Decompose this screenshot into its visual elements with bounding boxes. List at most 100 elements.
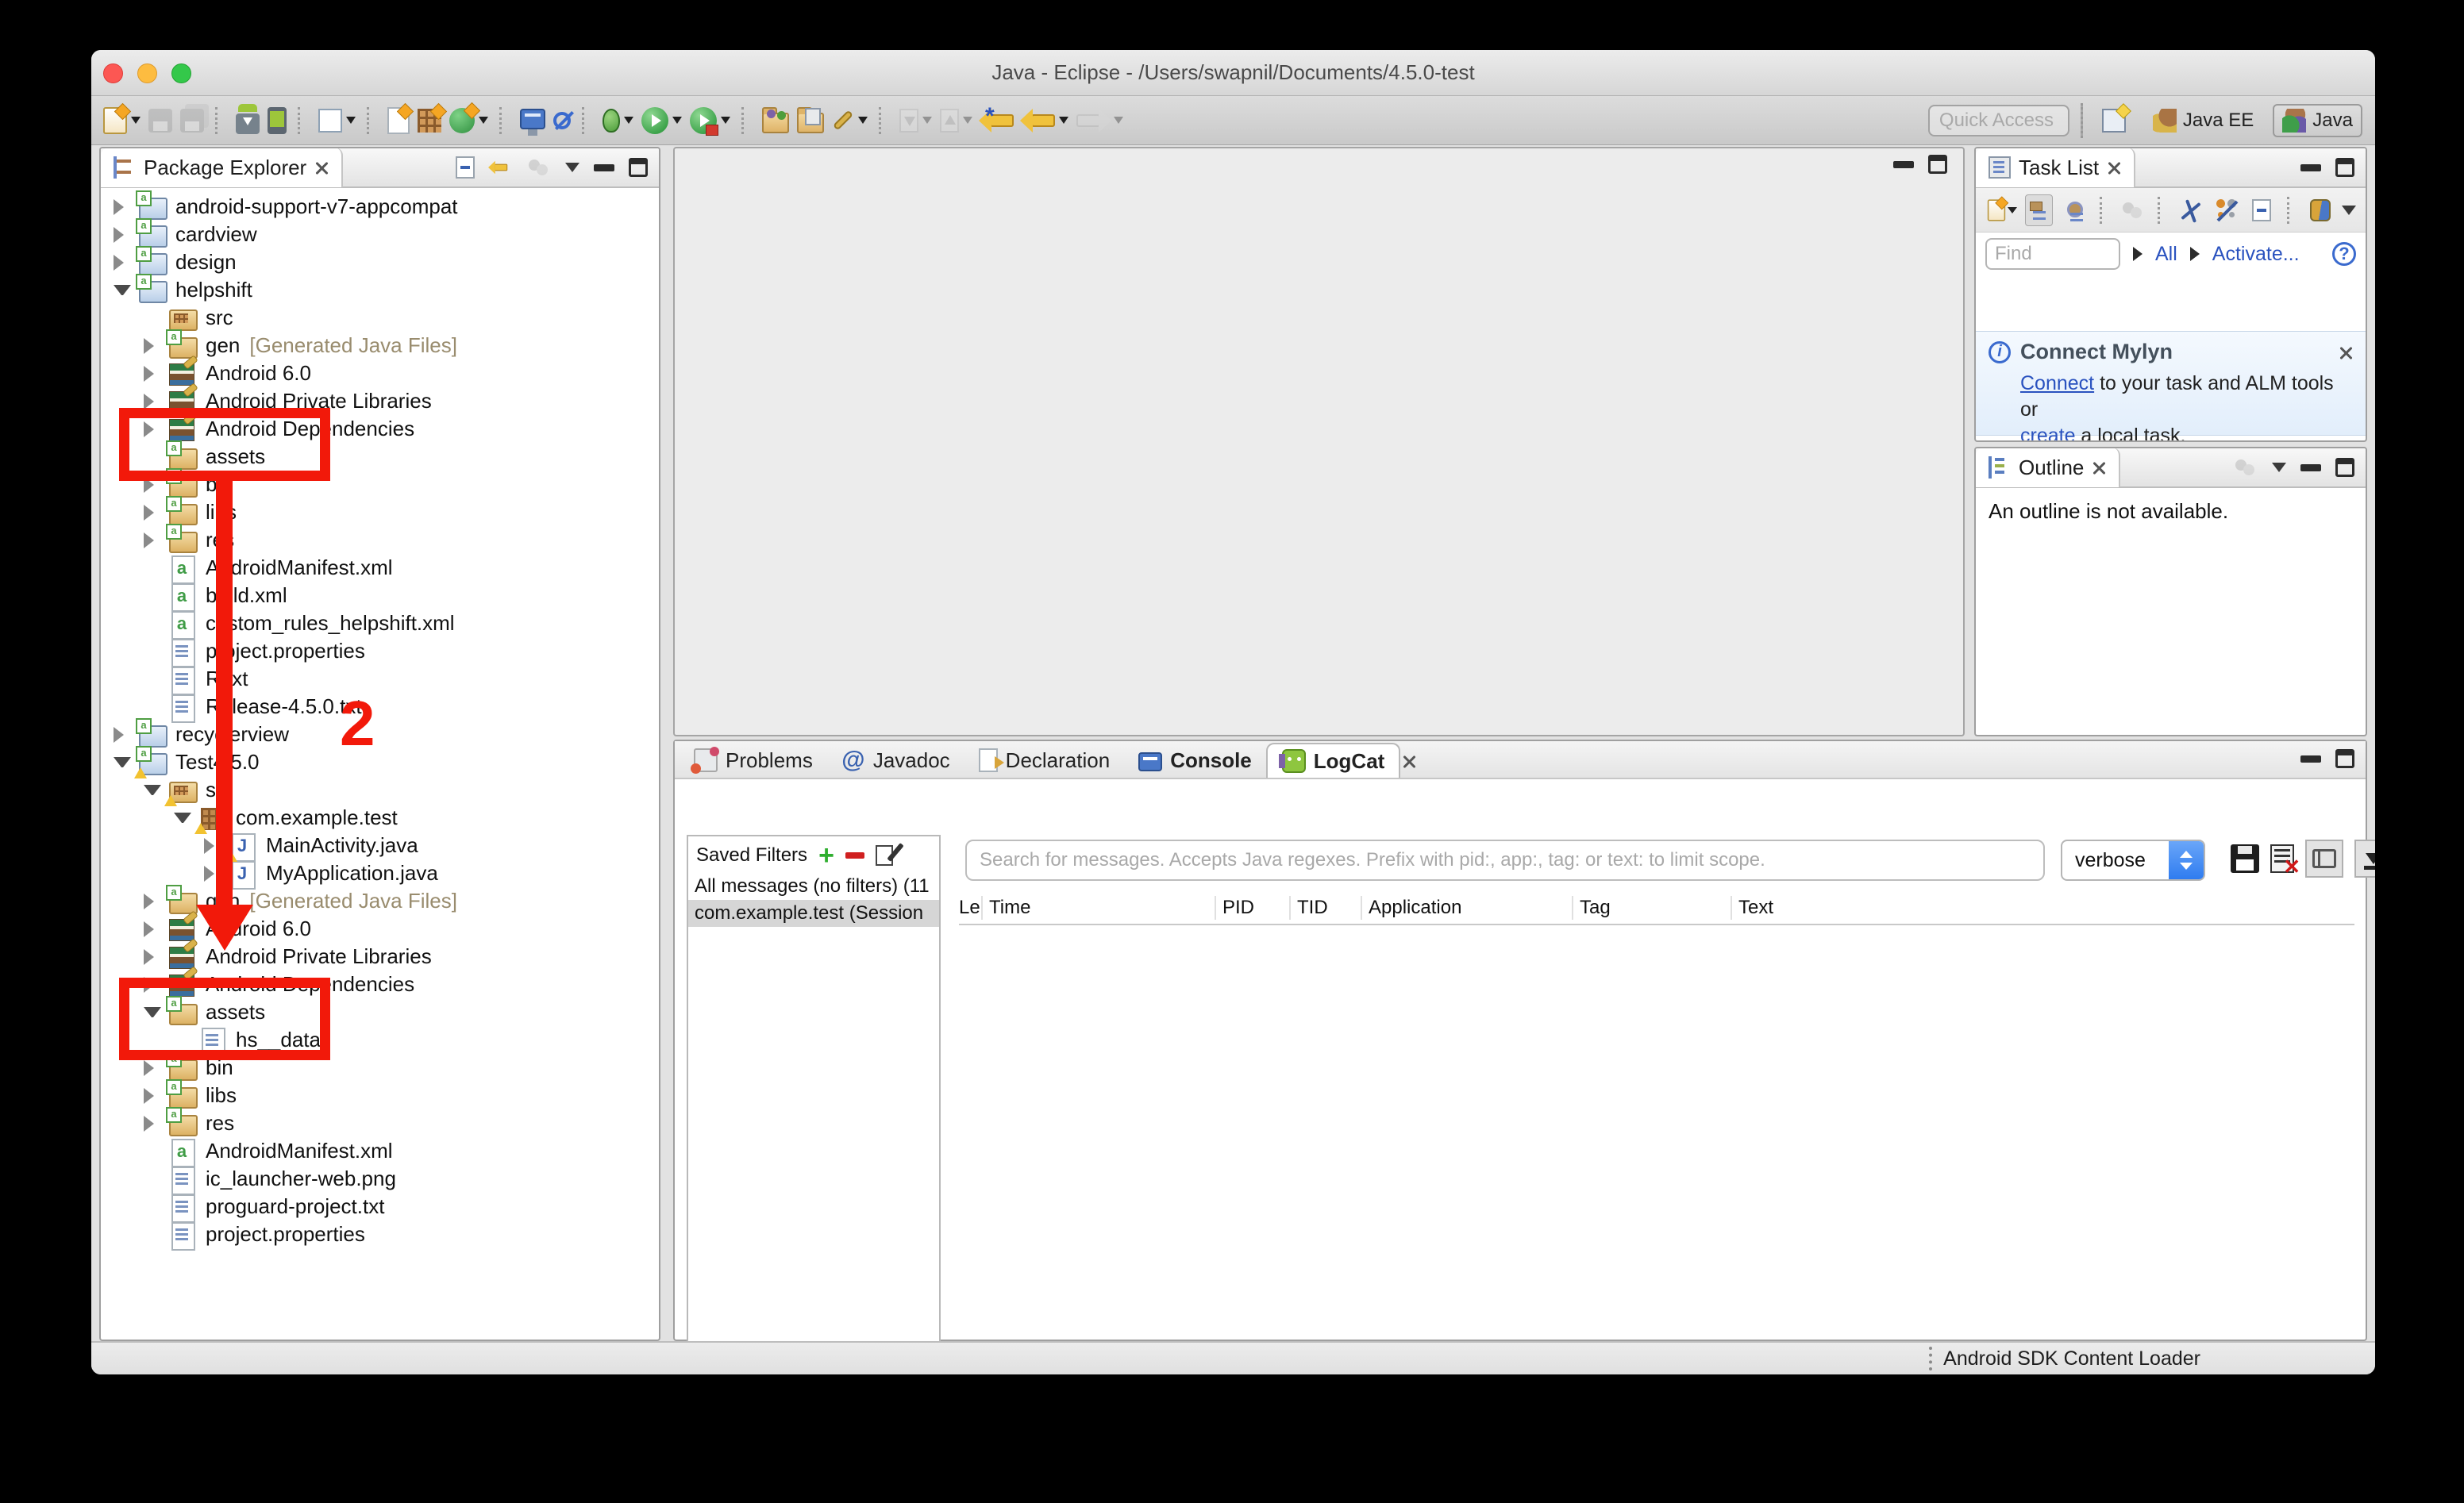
- expander-icon[interactable]: [114, 757, 131, 767]
- view-menu-icon[interactable]: [565, 163, 579, 172]
- help-icon[interactable]: ?: [2332, 242, 2356, 266]
- mark-occurrences-button[interactable]: [828, 102, 872, 140]
- zoom-traffic-light[interactable]: [171, 63, 191, 83]
- back-button[interactable]: [1018, 102, 1072, 140]
- debug-button[interactable]: [599, 102, 637, 140]
- tree-item[interactable]: Test4.5.0: [101, 748, 659, 776]
- close-icon[interactable]: [2339, 345, 2353, 359]
- maximize-icon[interactable]: [2335, 158, 2354, 177]
- tree-item[interactable]: src: [101, 776, 659, 804]
- expander-icon[interactable]: [144, 505, 161, 521]
- expander-icon[interactable]: [144, 894, 161, 909]
- view-tab[interactable]: @ Javadoc: [827, 743, 964, 778]
- column-header[interactable]: Application: [1361, 896, 1572, 920]
- close-icon[interactable]: [2092, 460, 2106, 475]
- tree-item[interactable]: design: [101, 248, 659, 276]
- collapse-all-icon[interactable]: [456, 156, 475, 179]
- minimize-icon[interactable]: [2300, 464, 2321, 471]
- synchronize-button[interactable]: [2306, 194, 2334, 226]
- dropdown-arrow-icon[interactable]: [479, 117, 488, 124]
- view-tab[interactable]: Problems: [680, 743, 827, 778]
- save-button[interactable]: [144, 102, 176, 140]
- link-with-editor-icon[interactable]: [495, 164, 508, 171]
- view-menu-icon[interactable]: [2342, 206, 2356, 215]
- tree-item[interactable]: R.txt: [101, 665, 659, 693]
- expander-icon[interactable]: [144, 366, 161, 382]
- tree-item[interactable]: MyApplication.java: [101, 859, 659, 887]
- tree-item[interactable]: AndroidManifest.xml: [101, 1137, 659, 1165]
- logcat-search-input[interactable]: [965, 840, 2045, 881]
- run-external-tools-button[interactable]: [686, 102, 734, 140]
- toolbar-separator[interactable]: [360, 102, 383, 140]
- activate-link[interactable]: Activate...: [2212, 243, 2300, 266]
- expand-icon[interactable]: [2133, 247, 2143, 261]
- expander-icon[interactable]: [144, 921, 161, 937]
- close-traffic-light[interactable]: [103, 63, 123, 83]
- tree-item[interactable]: project.properties: [101, 637, 659, 665]
- filter-item[interactable]: com.example.test (Session: [688, 900, 939, 927]
- tree-item[interactable]: build.xml: [101, 582, 659, 609]
- forward-button[interactable]: [1072, 102, 1127, 140]
- toolbar-separator[interactable]: [492, 102, 516, 140]
- categorized-view-button[interactable]: [2025, 194, 2053, 226]
- dropdown-arrow-icon[interactable]: [624, 117, 633, 124]
- tree-item[interactable]: cardview: [101, 221, 659, 248]
- close-icon[interactable]: [314, 160, 329, 175]
- dropdown-arrow-icon[interactable]: [131, 117, 141, 124]
- tree-item[interactable]: libs: [101, 1082, 659, 1109]
- expander-icon[interactable]: [144, 394, 161, 409]
- minimize-icon[interactable]: [2300, 164, 2321, 171]
- column-header[interactable]: Time: [981, 896, 1215, 920]
- avd-manager-button[interactable]: [264, 102, 291, 140]
- column-header[interactable]: Le: [959, 896, 981, 920]
- view-tab[interactable]: Console: [1124, 743, 1266, 778]
- expander-icon[interactable]: [174, 813, 191, 823]
- minimize-icon[interactable]: [594, 164, 614, 171]
- dropdown-arrow-icon[interactable]: [922, 117, 932, 124]
- expander-icon[interactable]: [144, 949, 161, 965]
- save-all-button[interactable]: [176, 102, 208, 140]
- edit-filter-icon[interactable]: [876, 845, 893, 866]
- expander-icon[interactable]: [144, 338, 161, 354]
- open-resource-button[interactable]: [793, 102, 828, 140]
- maximize-icon[interactable]: [2335, 749, 2354, 768]
- run-lint-button[interactable]: [314, 102, 360, 140]
- dropdown-arrow-icon[interactable]: [858, 117, 868, 124]
- expander-icon[interactable]: [144, 1060, 161, 1076]
- tree-item[interactable]: ic_launcher-web.png: [101, 1165, 659, 1193]
- last-edit-location-button[interactable]: [976, 102, 1018, 140]
- tree-item[interactable]: AndroidManifest.xml: [101, 554, 659, 582]
- drag-handle[interactable]: [1929, 1347, 1934, 1370]
- tree-item[interactable]: helpshift: [101, 276, 659, 304]
- expander-icon[interactable]: [114, 255, 131, 271]
- tree-item[interactable]: project.properties: [101, 1220, 659, 1248]
- expander-icon[interactable]: [144, 785, 161, 795]
- clear-log-icon[interactable]: [2270, 844, 2294, 873]
- dropdown-arrow-icon[interactable]: [963, 117, 972, 124]
- tree-item[interactable]: gen [Generated Java Files]: [101, 332, 659, 359]
- new-wizard-button[interactable]: [99, 102, 144, 140]
- tree-item[interactable]: src: [101, 304, 659, 332]
- find-input[interactable]: [1985, 238, 2120, 270]
- tree-item[interactable]: custom_rules_helpshift.xml: [101, 609, 659, 637]
- dropdown-arrow-icon[interactable]: [672, 117, 682, 124]
- scheduled-view-button[interactable]: [2061, 194, 2089, 226]
- dropdown-arrow-icon[interactable]: [346, 117, 356, 124]
- tree-item[interactable]: Android 6.0: [101, 915, 659, 943]
- search-button[interactable]: [549, 102, 575, 140]
- view-menu-icon[interactable]: [2272, 463, 2286, 472]
- perspective-java-button[interactable]: Java: [2273, 104, 2362, 137]
- new-class-button[interactable]: [445, 102, 492, 140]
- new-task-button[interactable]: [1985, 194, 2017, 226]
- hide-completed-tasks-button[interactable]: [2177, 194, 2205, 226]
- tree-item[interactable]: recyclerview: [101, 721, 659, 748]
- expander-icon[interactable]: [144, 1116, 161, 1132]
- window-titlebar[interactable]: Java - Eclipse - /Users/swapnil/Document…: [91, 50, 2375, 96]
- android-sdk-manager-button[interactable]: [232, 102, 264, 140]
- minimize-icon[interactable]: [2300, 755, 2321, 763]
- outline-tab[interactable]: Outline: [1976, 448, 2120, 487]
- show-my-tasks-button[interactable]: [2212, 194, 2240, 226]
- toolbar-separator[interactable]: [734, 102, 758, 140]
- toolbar-separator[interactable]: [291, 102, 314, 140]
- dropdown-arrow-icon[interactable]: [1114, 117, 1123, 124]
